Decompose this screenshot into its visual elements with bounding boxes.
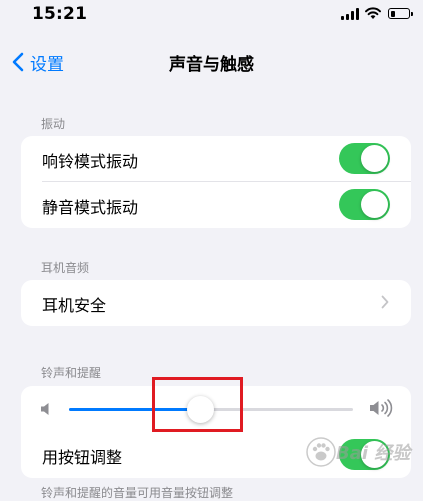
chevron-right-icon: [381, 295, 389, 309]
page-title: 声音与触感: [169, 55, 254, 75]
battery-level: [390, 10, 396, 17]
speaker-high-icon: [370, 399, 393, 417]
paw-icon: [306, 437, 336, 467]
baidu-watermark-logo: Bai 经验: [306, 437, 410, 467]
section-header-ringtones-alerts: 铃声和提醒: [41, 366, 102, 380]
wifi-icon: [365, 7, 381, 19]
annotation-highlight-box: [152, 377, 243, 432]
status-time: 15:21: [32, 4, 88, 24]
ring-vibration-row: 响铃模式振动: [21, 136, 411, 182]
section-header-headphone-audio: 耳机音频: [41, 261, 90, 275]
silent-vibration-label: 静音模式振动: [42, 198, 139, 217]
status-bar: 15:21: [0, 0, 423, 30]
section-header-vibration: 振动: [41, 117, 66, 131]
ring-vibration-toggle[interactable]: [339, 143, 390, 174]
headphone-safety-row[interactable]: 耳机安全: [21, 280, 411, 326]
cellular-signal-icon: [341, 8, 361, 20]
watermark-text: Bai 经验: [336, 443, 411, 464]
battery-icon: [388, 8, 413, 19]
speaker-low-icon: [41, 403, 49, 415]
change-with-buttons-label: 用按钮调整: [42, 448, 123, 467]
ring-vibration-label: 响铃模式振动: [42, 152, 139, 171]
silent-vibration-toggle[interactable]: [339, 189, 390, 220]
headphone-safety-label: 耳机安全: [42, 296, 107, 315]
silent-vibration-row: 静音模式振动: [21, 182, 411, 228]
ringtones-footer-note: 铃声和提醒的音量可用音量按钮调整: [41, 486, 234, 500]
vibration-group: 响铃模式振动 静音模式振动: [21, 136, 411, 228]
headphone-audio-group: 耳机安全: [21, 280, 411, 326]
